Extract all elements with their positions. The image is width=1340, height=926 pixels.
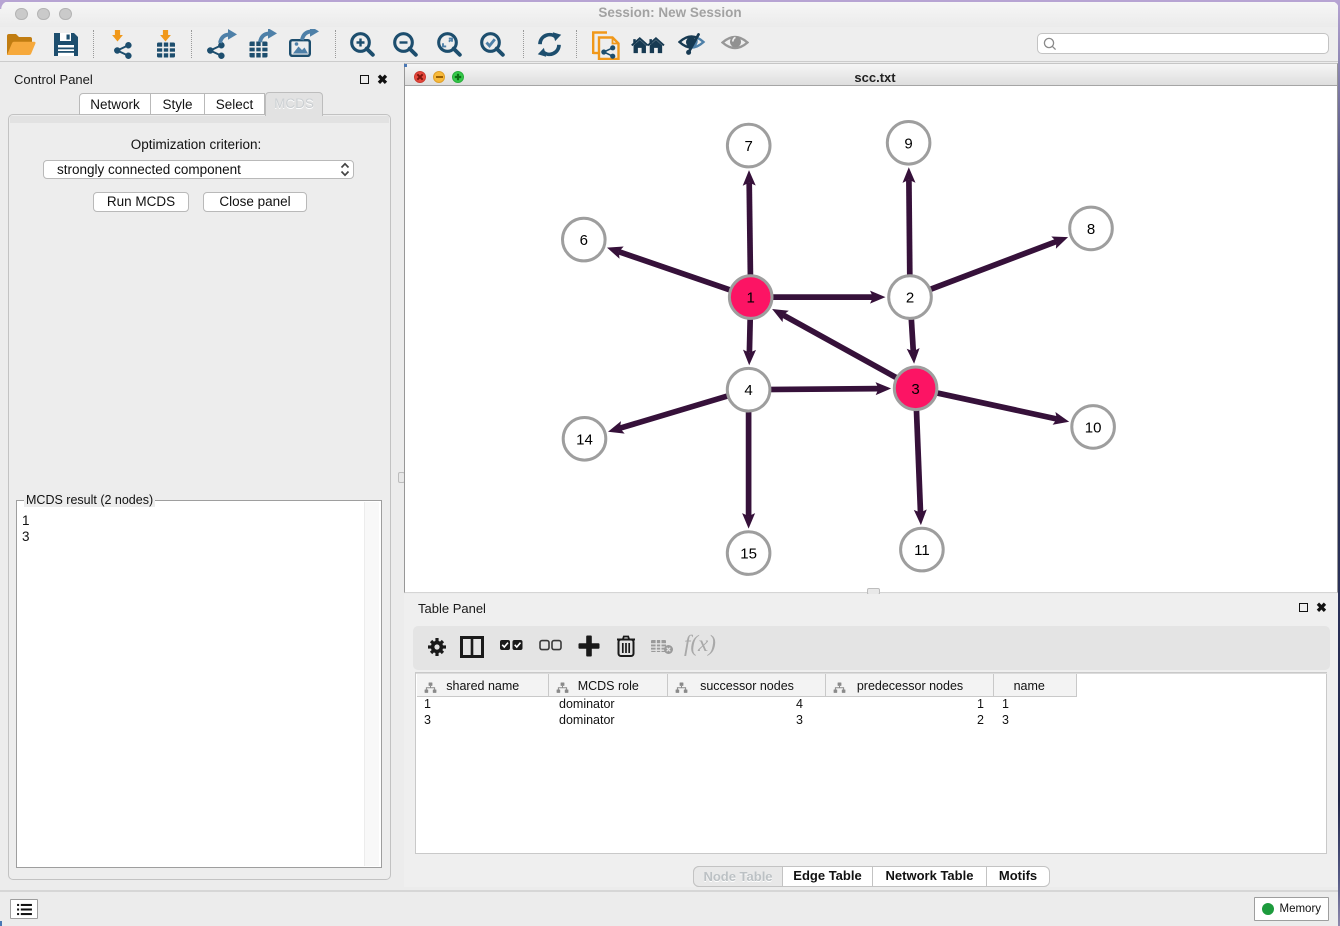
- svg-text:15: 15: [740, 546, 757, 563]
- svg-text:2: 2: [906, 290, 914, 307]
- svg-text:10: 10: [1085, 419, 1102, 436]
- svg-text:6: 6: [580, 232, 588, 249]
- svg-text:3: 3: [911, 381, 919, 398]
- svg-text:11: 11: [914, 542, 930, 559]
- svg-text:7: 7: [745, 138, 753, 155]
- svg-text:4: 4: [744, 382, 752, 399]
- svg-text:1: 1: [747, 290, 755, 307]
- svg-text:8: 8: [1087, 221, 1095, 238]
- svg-text:14: 14: [576, 431, 593, 448]
- svg-text:9: 9: [904, 135, 912, 152]
